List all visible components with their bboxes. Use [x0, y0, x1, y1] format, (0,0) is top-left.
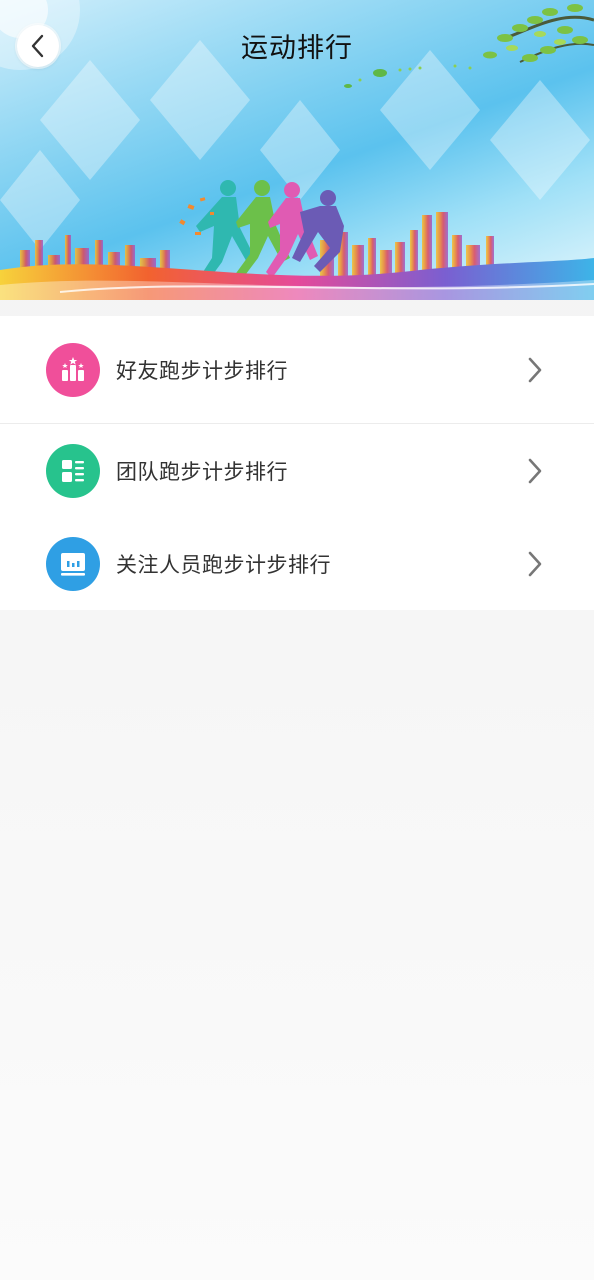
ranking-menu-list: 好友跑步计步排行 团队跑步计步排行 关注人员跑步计步排行: [0, 316, 594, 610]
header-banner: 运动排行: [0, 0, 594, 300]
chevron-right-icon: [528, 357, 542, 383]
podium-icon: [46, 343, 100, 397]
menu-item-label: 团队跑步计步排行: [116, 459, 288, 484]
menu-item-label: 好友跑步计步排行: [116, 359, 288, 383]
menu-item-label: 关注人员跑步计步排行: [116, 552, 331, 577]
chart-board-icon: [46, 536, 100, 591]
menu-item-friends-ranking[interactable]: 好友跑步计步排行: [0, 316, 594, 424]
page-title: 运动排行: [241, 33, 353, 64]
menu-item-following-ranking[interactable]: 关注人员跑步计步排行: [0, 517, 594, 610]
menu-item-team-ranking[interactable]: 团队跑步计步排行: [0, 424, 594, 517]
empty-content-area: [0, 611, 594, 1280]
chevron-right-icon: [528, 458, 542, 483]
layout-list-icon: [46, 443, 100, 498]
chevron-right-icon: [528, 551, 542, 576]
